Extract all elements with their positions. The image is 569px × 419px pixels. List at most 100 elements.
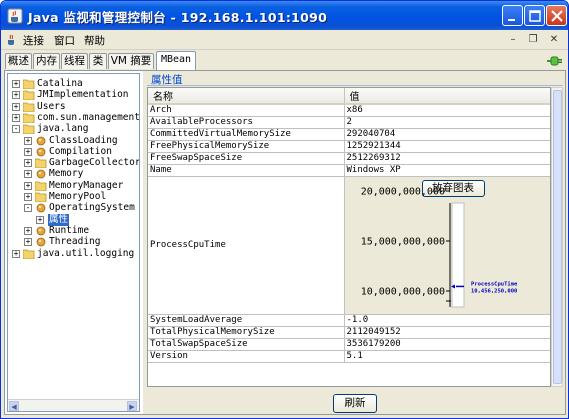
tab-memory[interactable]: 内存 xyxy=(33,53,60,69)
content-panel: + Catalina + JMImplementation + Users + com.sun… xyxy=(4,70,566,415)
tree-node-label: ClassLoading xyxy=(49,134,118,146)
table-row[interactable]: CommittedVirtualMemorySize 292040704 xyxy=(148,128,550,141)
expand-icon[interactable]: + xyxy=(24,136,32,145)
menu-window[interactable]: 窗口 xyxy=(54,33,75,48)
scroll-left-icon[interactable]: ◀ xyxy=(9,401,19,411)
attribute-pane: 属性值 名称 值 Arch x86 AvailableProcessors 2 Comm… xyxy=(143,71,565,414)
y-tick-label: 10,000,000,000 xyxy=(360,287,444,298)
attribute-value: 1252921344 xyxy=(344,140,550,153)
column-header-value[interactable]: 值 xyxy=(344,88,550,105)
tree-node-label: Memory xyxy=(49,168,84,180)
attribute-name: TotalSwapSpaceSize xyxy=(148,338,345,351)
close-button[interactable] xyxy=(546,5,567,26)
attribute-value: 292040704 xyxy=(344,128,550,141)
collapse-icon[interactable]: - xyxy=(24,204,32,213)
attribute-name: FreePhysicalMemorySize xyxy=(148,140,345,153)
tree-node-label: Compilation xyxy=(49,145,112,157)
tree-node-label: com.sun.management xyxy=(37,111,140,123)
window-title: Java 监视和管理控制台 - 192.168.1.101:1090 xyxy=(28,10,328,25)
table-header: 名称 值 xyxy=(148,88,550,105)
expand-icon[interactable]: + xyxy=(12,249,20,258)
table-row-process-cpu-time[interactable]: ProcessCpuTime 放弃图表 20,000,000,000 15,000,0… xyxy=(148,176,550,315)
table-row[interactable]: Arch x86 xyxy=(148,104,550,117)
menu-connect[interactable]: 连接 xyxy=(23,33,44,48)
tree-node-label: OperatingSystem xyxy=(49,202,135,214)
folder-icon xyxy=(23,124,35,135)
bean-icon xyxy=(36,169,46,179)
folder-icon xyxy=(23,102,35,112)
expand-icon[interactable]: + xyxy=(36,215,44,224)
bean-icon xyxy=(36,237,46,247)
tab-overview[interactable]: 概述 xyxy=(5,53,32,69)
folder-icon xyxy=(23,113,35,123)
expand-icon[interactable]: + xyxy=(12,91,20,100)
table-row[interactable]: Name Windows XP xyxy=(148,164,550,177)
tree-node-label: java.lang xyxy=(37,123,89,135)
java-cup-icon xyxy=(8,34,14,45)
table-row[interactable]: FreePhysicalMemorySize 1252921344 xyxy=(148,140,550,153)
folder-icon xyxy=(35,192,47,202)
tree-horizontal-scrollbar[interactable]: ◀ ▶ xyxy=(8,399,139,411)
tree-node-label: 属性 xyxy=(48,213,70,226)
attribute-name: FreeSwapSpaceSize xyxy=(148,152,345,165)
expand-icon[interactable]: + xyxy=(24,238,32,247)
minimize-icon xyxy=(508,19,515,21)
title-divider xyxy=(147,85,563,86)
expand-icon[interactable]: + xyxy=(24,181,32,190)
expand-icon[interactable]: + xyxy=(24,147,32,156)
inner-minimize-icon[interactable]: – xyxy=(506,33,520,47)
bean-icon xyxy=(36,203,46,213)
inner-close-icon[interactable]: ✕ xyxy=(547,33,561,47)
tree-node-label: Catalina xyxy=(37,78,83,89)
tree-node-label: GarbageCollector xyxy=(49,157,140,169)
expand-icon[interactable]: + xyxy=(24,226,32,235)
expand-icon[interactable]: + xyxy=(24,170,32,179)
tab-mbean[interactable]: MBean xyxy=(156,51,196,70)
scroll-right-icon[interactable]: ▶ xyxy=(127,401,137,411)
close-icon xyxy=(551,10,563,22)
table-row[interactable]: TotalSwapSpaceSize 3536179200 xyxy=(148,338,550,351)
table-row[interactable]: FreeSwapSpaceSize 2512269312 xyxy=(148,152,550,165)
bean-icon xyxy=(36,136,46,145)
attribute-value: -1.0 xyxy=(344,314,550,327)
tab-vm-summary[interactable]: VM 摘要 xyxy=(108,53,154,69)
expand-icon[interactable]: + xyxy=(24,159,32,168)
cpu-chart-cell: 放弃图表 20,000,000,000 15,000,000,000 10,000,0… xyxy=(344,176,550,315)
folder-icon xyxy=(23,90,35,101)
cpu-time-chart: 20,000,000,000 15,000,000,000 10,000,000,0… xyxy=(360,187,518,308)
menu-help[interactable]: 帮助 xyxy=(84,33,105,48)
tab-classes[interactable]: 类 xyxy=(89,53,107,69)
column-header-name[interactable]: 名称 xyxy=(148,88,345,105)
tree-node-label: Threading xyxy=(49,236,101,248)
attribute-value: 3536179200 xyxy=(344,338,550,351)
tree-node-label: java.util.logging xyxy=(37,247,135,259)
table-row[interactable]: Version 5.1 xyxy=(148,350,550,363)
table-row[interactable]: SystemLoadAverage -1.0 xyxy=(148,314,550,327)
expand-icon[interactable]: + xyxy=(12,113,20,122)
app-window: Java 监视和管理控制台 - 192.168.1.101:1090 连接 窗口… xyxy=(0,0,569,419)
folder-icon xyxy=(23,79,35,89)
scroll-thumb[interactable] xyxy=(553,90,562,384)
tab-threads[interactable]: 线程 xyxy=(61,53,88,69)
expand-icon[interactable]: + xyxy=(24,193,32,201)
collapse-icon[interactable]: - xyxy=(12,125,20,134)
series-name-label: ProcessCpuTime xyxy=(471,281,518,287)
expand-icon[interactable]: + xyxy=(12,102,20,111)
tree-node-label: JMImplementation xyxy=(37,89,129,101)
maximize-button[interactable] xyxy=(524,5,545,26)
title-bar[interactable]: Java 监视和管理控制台 - 192.168.1.101:1090 xyxy=(1,1,568,30)
table-vertical-scrollbar[interactable] xyxy=(551,87,563,387)
table-row[interactable]: TotalPhysicalMemorySize 2112049152 xyxy=(148,326,550,339)
table-row[interactable]: AvailableProcessors 2 xyxy=(148,116,550,129)
attribute-value: 2512269312 xyxy=(344,152,550,165)
minimize-button[interactable] xyxy=(502,5,523,26)
y-tick-label: 20,000,000,000 xyxy=(360,187,444,198)
expand-icon[interactable]: + xyxy=(12,80,20,88)
inner-restore-icon[interactable]: ❐ xyxy=(526,33,540,47)
tree-node-label: Runtime xyxy=(49,224,90,236)
refresh-button[interactable]: 刷新 xyxy=(333,394,377,413)
attribute-value: 2112049152 xyxy=(344,326,550,339)
plot-area xyxy=(451,202,464,308)
attribute-name: Version xyxy=(148,350,345,363)
bean-icon xyxy=(36,226,46,236)
